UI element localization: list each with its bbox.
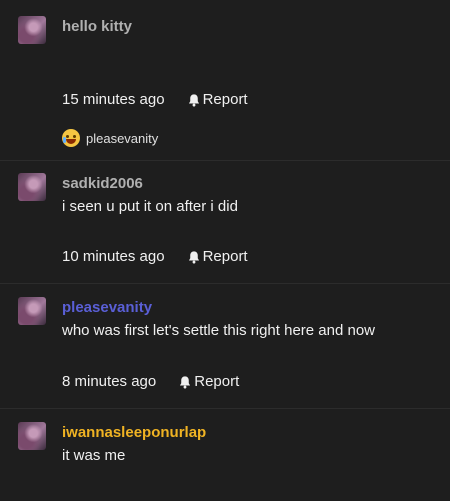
laughing-crying-emoji-icon (62, 129, 80, 147)
comment-timestamp: 15 minutes ago (62, 91, 165, 108)
reaction-chip[interactable]: pleasevanity (62, 129, 158, 147)
divider (0, 283, 450, 284)
comment-meta: 15 minutes ago Report (62, 91, 248, 108)
comment-username[interactable]: iwannasleeponurlap (62, 424, 206, 441)
comment-body: who was first let's settle this right he… (62, 322, 376, 339)
comment-meta: 8 minutes ago Report (62, 373, 239, 390)
comment-username[interactable]: hello kitty (62, 18, 132, 35)
divider (0, 408, 450, 409)
report-button[interactable]: Report (178, 373, 239, 390)
comment-body: it was me (62, 447, 126, 464)
report-label: Report (202, 248, 248, 265)
reaction-user: pleasevanity (86, 130, 159, 146)
avatar[interactable] (18, 173, 46, 201)
bell-icon (188, 250, 199, 263)
comment-body: i seen u put it on after i did (62, 198, 238, 215)
comment-username[interactable]: pleasevanity (62, 299, 152, 316)
avatar[interactable] (18, 297, 46, 325)
comment-timestamp: 10 minutes ago (62, 248, 165, 265)
comment-meta: 10 minutes ago Report (62, 248, 248, 265)
divider (0, 160, 450, 161)
report-button[interactable]: Report (187, 91, 248, 108)
report-label: Report (194, 373, 240, 390)
report-button[interactable]: Report (187, 248, 248, 265)
report-label: Report (202, 91, 248, 108)
comment-timestamp: 8 minutes ago (62, 373, 157, 390)
avatar[interactable] (18, 422, 46, 450)
avatar[interactable] (18, 16, 46, 44)
bell-icon (180, 375, 191, 388)
bell-icon (188, 93, 199, 106)
comment-username[interactable]: sadkid2006 (62, 175, 143, 192)
